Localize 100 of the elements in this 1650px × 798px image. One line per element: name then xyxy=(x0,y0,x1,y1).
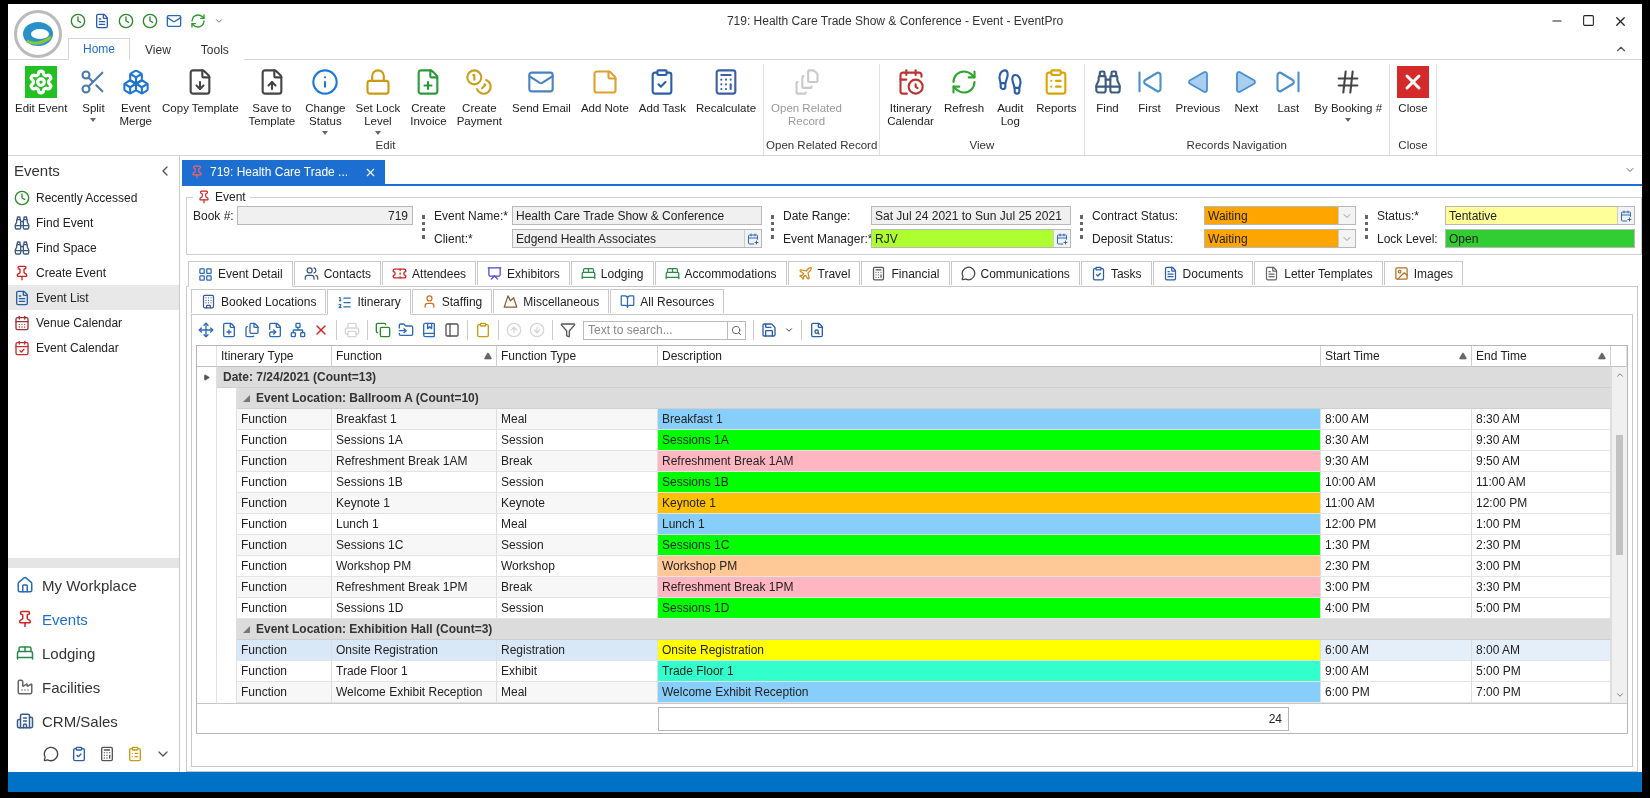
ribbon-button[interactable]: Split xyxy=(72,64,115,139)
group-row[interactable]: Date: 7/24/2021 (Count=13) xyxy=(217,367,1611,388)
sidebar-item[interactable]: Find Space xyxy=(8,235,179,260)
module-item[interactable]: CRM/Sales xyxy=(8,704,179,738)
ribbon-button[interactable]: Previous xyxy=(1170,64,1226,139)
ribbon-button[interactable]: Create Invoice xyxy=(405,64,452,139)
ribbon-button[interactable]: Refresh xyxy=(938,64,990,139)
ribbon-button[interactable]: By Booking # xyxy=(1309,64,1388,139)
table-cell: Refreshment Break 1AM xyxy=(332,451,497,472)
field-label: Deposit Status: xyxy=(1092,231,1175,246)
tab[interactable]: Itinerary xyxy=(327,289,411,315)
input-field[interactable]: Waiting xyxy=(1204,229,1356,248)
search-field[interactable]: Text to search... xyxy=(583,320,728,340)
ribbon-button[interactable]: Create Payment xyxy=(451,64,508,139)
tab[interactable]: Images xyxy=(1383,261,1464,285)
expand-icon[interactable] xyxy=(243,625,250,633)
module-item[interactable]: Lodging xyxy=(8,636,179,670)
group-row[interactable]: Event Location: Ballroom A (Count=10) xyxy=(237,388,1611,409)
tab[interactable]: Lodging xyxy=(570,261,654,285)
expand-icon[interactable] xyxy=(243,394,250,402)
ribbon-button[interactable]: Reports xyxy=(1031,64,1082,139)
tab[interactable]: Financial xyxy=(861,261,950,285)
ribbon-button[interactable]: Find xyxy=(1086,64,1129,139)
column-header[interactable]: Function xyxy=(332,346,497,367)
ribbon-button[interactable]: Next xyxy=(1225,64,1268,139)
sidebar-item[interactable]: Venue Calendar xyxy=(8,310,179,335)
ribbon-tab[interactable]: Home xyxy=(68,38,130,60)
ribbon-button[interactable]: Edit Event xyxy=(10,64,73,139)
input-field[interactable]: Waiting xyxy=(1204,206,1356,225)
column-header[interactable]: Description xyxy=(658,346,1321,367)
image-icon xyxy=(1393,266,1409,281)
ribbon-button[interactable]: Add Task xyxy=(633,64,691,139)
input-field[interactable]: Edgend Health Associates xyxy=(512,229,762,248)
column-header[interactable]: End Time xyxy=(1472,346,1611,367)
sidebar-item[interactable]: Recently Accessed xyxy=(8,185,179,210)
customize-icon[interactable] xyxy=(214,16,224,26)
tab[interactable]: Exhibitors xyxy=(477,261,570,285)
tab[interactable]: Accommodations xyxy=(654,261,787,285)
tab[interactable]: All Resources xyxy=(610,289,725,313)
module-item[interactable]: Events xyxy=(8,602,179,636)
table-cell: Function xyxy=(237,598,332,619)
tab[interactable]: Documents xyxy=(1152,261,1254,285)
input-field[interactable]: Open xyxy=(1445,229,1635,248)
table-cell: Refreshment Break 1PM xyxy=(332,577,497,598)
sidebar-item[interactable]: Event List xyxy=(8,285,179,310)
lookup-icon[interactable] xyxy=(1620,209,1632,222)
column-header[interactable]: Start Time xyxy=(1321,346,1472,367)
ribbon-button[interactable]: Change Status xyxy=(300,64,351,139)
lookup-icon[interactable] xyxy=(1056,232,1068,245)
caret-icon[interactable] xyxy=(784,325,794,335)
table-cell: Function xyxy=(237,409,332,430)
tab[interactable]: Booked Locations xyxy=(191,289,327,313)
column-header[interactable]: Function Type xyxy=(497,346,658,367)
calculator-icon xyxy=(871,266,887,281)
ribbon-button[interactable]: Recalculate xyxy=(690,64,762,139)
tab[interactable]: Tasks xyxy=(1080,261,1152,285)
tab[interactable]: Miscellaneous xyxy=(493,289,610,313)
sidebar-item[interactable]: Event Calendar xyxy=(8,335,179,360)
scrollbar[interactable] xyxy=(1611,367,1627,703)
ribbon-button[interactable]: Add Note xyxy=(575,64,634,139)
tab[interactable]: Staffing xyxy=(411,289,493,313)
ribbon-button[interactable]: Send Email xyxy=(507,64,576,139)
ribbon-button[interactable]: First xyxy=(1128,64,1171,139)
scroll-thumb[interactable] xyxy=(1616,435,1623,555)
tab[interactable]: Attendees xyxy=(382,261,477,285)
module-item[interactable]: Facilities xyxy=(8,670,179,704)
ribbon-button[interactable]: Copy Template xyxy=(157,64,244,139)
lookup-icon[interactable] xyxy=(747,232,759,245)
ribbon-button[interactable]: Last xyxy=(1267,64,1310,139)
ribbon-button[interactable]: Audit Log xyxy=(989,64,1032,139)
tab[interactable]: Event Detail xyxy=(188,261,293,287)
ribbon-button[interactable]: Close xyxy=(1392,64,1435,139)
tab[interactable]: Contacts xyxy=(293,261,382,285)
input-field[interactable]: Health Care Trade Show & Conference xyxy=(512,206,762,225)
module-item[interactable]: My Workplace xyxy=(8,568,179,602)
tab[interactable]: Communications xyxy=(950,261,1080,285)
scroll-up-icon[interactable] xyxy=(1614,370,1625,380)
sidebar-item[interactable]: Create Event xyxy=(8,260,179,285)
input-field[interactable]: 719 xyxy=(237,206,413,225)
printer-icon xyxy=(344,322,360,338)
ribbon-button[interactable]: Set Lock Level xyxy=(350,64,406,139)
scroll-down-icon[interactable] xyxy=(1614,690,1625,700)
search-icon[interactable] xyxy=(731,324,742,336)
tab[interactable]: Letter Templates xyxy=(1254,261,1383,285)
input-field[interactable]: Sat Jul 24 2021 to Sun Jul 25 2021 xyxy=(871,206,1071,225)
document-tab[interactable]: 719: Health Care Trade ... xyxy=(182,160,386,184)
input-field[interactable]: RJV xyxy=(871,229,1071,248)
group-row[interactable]: Event Location: Exhibition Hall (Count=3) xyxy=(237,619,1611,640)
mail-icon xyxy=(166,13,182,29)
input-field[interactable]: Tentative xyxy=(1445,206,1635,225)
field-label: Status:* xyxy=(1377,208,1421,223)
ribbon-button[interactable]: Save to Template xyxy=(243,64,301,139)
tab[interactable]: Travel xyxy=(787,261,861,285)
ribbon-button[interactable]: Itinerary Calendar xyxy=(882,64,939,139)
sidebar-item[interactable]: Find Event xyxy=(8,210,179,235)
maximize-icon[interactable] xyxy=(1582,13,1595,27)
splitter-handle[interactable] xyxy=(8,558,179,568)
app-logo[interactable] xyxy=(14,10,62,58)
ribbon-button[interactable]: Event Merge xyxy=(114,64,158,139)
column-header[interactable]: Itinerary Type xyxy=(217,346,332,367)
